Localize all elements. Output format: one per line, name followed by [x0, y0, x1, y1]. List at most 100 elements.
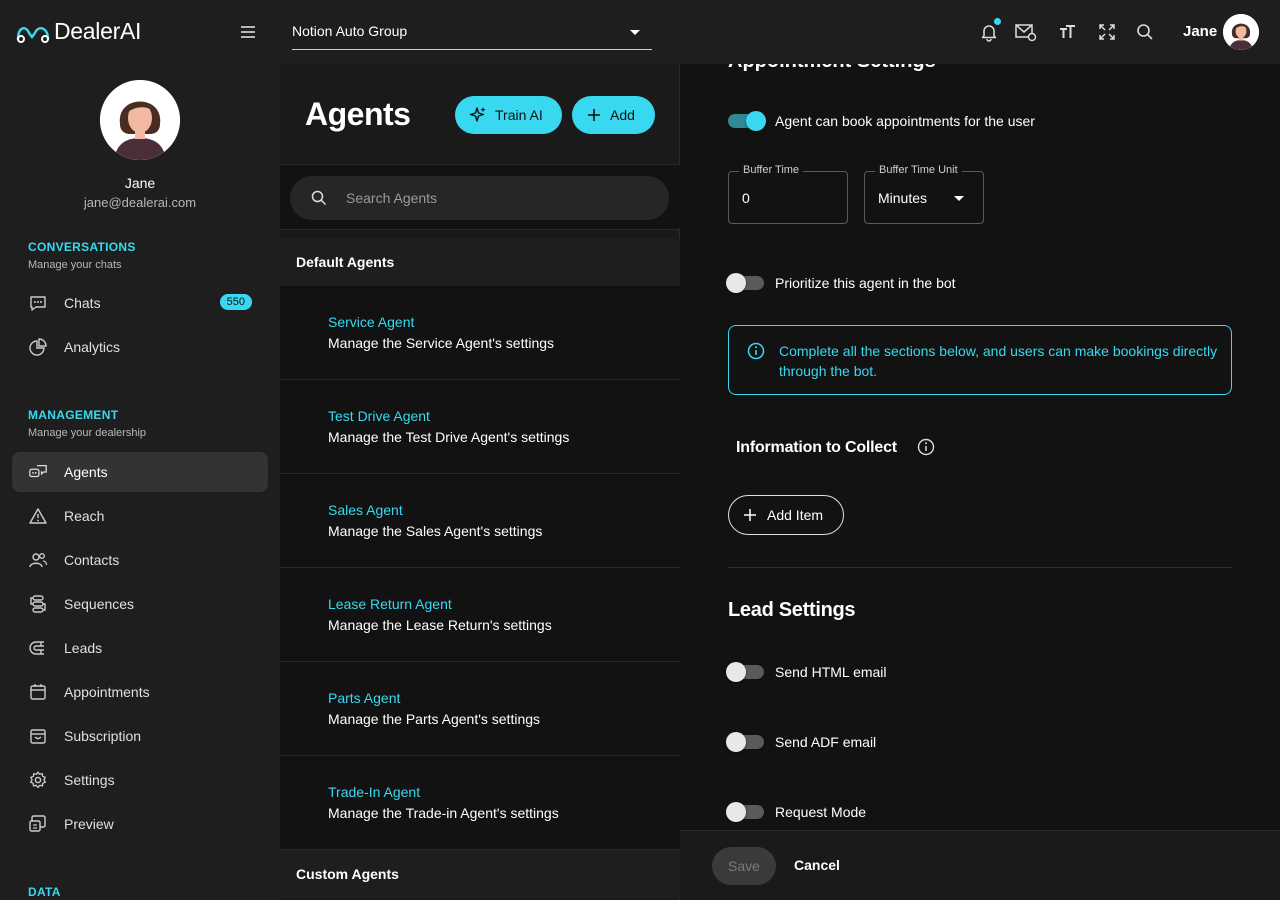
cancel-button[interactable]: Cancel	[794, 857, 840, 873]
sidebar-item-label: Preview	[64, 816, 114, 832]
section-title-management: MANAGEMENT	[28, 408, 119, 422]
search-agents-input[interactable]	[346, 188, 646, 208]
logo-icon	[16, 26, 50, 43]
sidebar-item-preview[interactable]: Preview	[12, 804, 268, 844]
profile-email: jane@dealerai.com	[83, 195, 197, 210]
agent-name: Trade-In Agent	[328, 784, 421, 800]
sidebar-item-label: Settings	[64, 772, 115, 788]
agent-row-sales[interactable]: Sales Agent Manage the Sales Agent's set…	[280, 474, 680, 568]
send-html-email-toggle[interactable]	[726, 662, 764, 682]
sidebar-item-label: Agents	[64, 464, 108, 480]
app-name: DealerAI	[54, 18, 142, 44]
hamburger-menu-icon[interactable]	[238, 22, 258, 42]
search-box[interactable]	[290, 176, 669, 220]
agent-settings-panel: Appointment Settings Agent can book appo…	[680, 64, 1280, 830]
section-subtitle-conversations: Manage your chats	[28, 259, 122, 271]
section-subtitle-management: Manage your dealership	[28, 427, 147, 439]
section-heading-appointment-settings: Appointment Settings	[728, 64, 936, 73]
app-logo[interactable]: DealerAI	[16, 18, 141, 45]
user-name[interactable]: Jane	[1183, 23, 1217, 40]
info-alert-text: Complete all the sections below, and use…	[779, 343, 1218, 379]
sidebar-item-subscription[interactable]: Subscription	[12, 716, 268, 756]
leads-icon	[28, 638, 48, 658]
agent-row-lease-return[interactable]: Lease Return Agent Manage the Lease Retu…	[280, 568, 680, 662]
sidebar-item-label: Analytics	[64, 339, 121, 355]
agent-description: Manage the Sales Agent's settings	[328, 523, 543, 539]
info-alert: Complete all the sections below, and use…	[728, 325, 1232, 395]
buffer-time-field[interactable]: Buffer Time 0	[728, 164, 848, 224]
agent-row-parts[interactable]: Parts Agent Manage the Parts Agent's set…	[280, 662, 680, 756]
reach-icon	[28, 506, 48, 526]
add-agent-button[interactable]: Add	[572, 96, 655, 134]
sidebar-item-label: Leads	[64, 640, 103, 656]
buffer-time-unit-label: Buffer Time Unit	[875, 164, 962, 176]
agent-name: Lease Return Agent	[328, 596, 452, 612]
train-ai-button[interactable]: Train AI	[455, 96, 562, 134]
user-avatar[interactable]	[1223, 14, 1259, 50]
info-icon[interactable]	[917, 438, 935, 461]
agent-name: Test Drive Agent	[328, 408, 430, 424]
sidebar-item-label: Chats	[64, 295, 101, 311]
send-adf-email-label: Send ADF email	[775, 734, 877, 750]
chat-icon	[28, 293, 48, 313]
agent-name: Sales Agent	[328, 502, 403, 518]
agents-list-panel: Agents Train AI Add Default Agents Servi…	[280, 64, 680, 900]
sidebar-item-appointments[interactable]: Appointments	[12, 672, 268, 712]
buffer-time-unit-value: Minutes	[878, 190, 928, 206]
chevron-down-icon	[630, 30, 640, 35]
analytics-icon	[28, 337, 48, 357]
fullscreen-icon[interactable]	[1095, 20, 1119, 44]
send-adf-email-toggle[interactable]	[726, 732, 764, 752]
sequences-icon	[28, 594, 48, 614]
search-bar-container	[280, 164, 680, 230]
group-header-custom-agents: Custom Agents	[280, 850, 680, 898]
toggle-knob	[726, 273, 746, 293]
prioritize-agent-label: Prioritize this agent in the bot	[775, 275, 956, 291]
chats-count-badge: 550	[219, 294, 252, 310]
notification-bell-icon[interactable]	[977, 18, 1001, 44]
toggle-knob	[726, 732, 746, 752]
prioritize-agent-toggle[interactable]	[726, 273, 764, 293]
sidebar-item-label: Sequences	[64, 596, 135, 612]
agent-row-trade-in[interactable]: Trade-In Agent Manage the Trade-in Agent…	[280, 756, 680, 850]
sidebar-item-analytics[interactable]: Analytics	[12, 327, 268, 367]
text-size-icon[interactable]	[1055, 20, 1079, 44]
save-button[interactable]: Save	[712, 847, 776, 885]
sidebar: Jane jane@dealerai.com CONVERSATIONS Man…	[0, 64, 280, 900]
profile-avatar[interactable]	[100, 80, 180, 160]
sidebar-item-agents[interactable]: Agents	[12, 452, 268, 492]
sidebar-item-label: Subscription	[64, 728, 142, 744]
sidebar-item-reach[interactable]: Reach	[12, 496, 268, 536]
agent-description: Manage the Parts Agent's settings	[328, 711, 541, 727]
lead-settings-title: Lead Settings	[728, 599, 856, 621]
request-mode-label: Request Mode	[775, 804, 867, 820]
search-icon	[311, 190, 327, 206]
toggle-knob	[746, 111, 766, 131]
sidebar-item-settings[interactable]: Settings	[12, 760, 268, 800]
agent-row-test-drive[interactable]: Test Drive Agent Manage the Test Drive A…	[280, 380, 680, 474]
buffer-time-label: Buffer Time	[739, 164, 804, 176]
organization-select[interactable]: Notion Auto Group	[292, 14, 652, 50]
section-title-conversations: CONVERSATIONS	[28, 240, 136, 254]
book-appointments-toggle[interactable]	[728, 111, 766, 131]
add-item-button[interactable]: Add Item	[728, 495, 844, 535]
sidebar-item-contacts[interactable]: Contacts	[12, 540, 268, 580]
buffer-time-unit-select[interactable]: Buffer Time Unit Minutes	[864, 164, 984, 224]
organization-select-value: Notion Auto Group	[292, 23, 408, 39]
notification-dot	[994, 18, 1001, 25]
sidebar-item-leads[interactable]: Leads	[12, 628, 268, 668]
search-icon[interactable]	[1133, 20, 1157, 44]
agent-description: Manage the Test Drive Agent's settings	[328, 429, 570, 445]
sparkle-icon	[469, 107, 486, 122]
request-mode-toggle[interactable]	[726, 802, 764, 822]
toggle-knob	[726, 802, 746, 822]
agent-description: Manage the Service Agent's settings	[328, 335, 555, 351]
agent-name: Parts Agent	[328, 690, 401, 706]
sidebar-item-sequences[interactable]: Sequences	[12, 584, 268, 624]
agent-row-service[interactable]: Service Agent Manage the Service Agent's…	[280, 286, 680, 380]
divider	[728, 567, 1232, 568]
add-agent-label: Add	[610, 107, 635, 123]
mail-settings-icon[interactable]	[1014, 20, 1038, 44]
train-ai-label: Train AI	[495, 107, 543, 123]
sidebar-item-chats[interactable]: Chats 550	[12, 283, 268, 323]
